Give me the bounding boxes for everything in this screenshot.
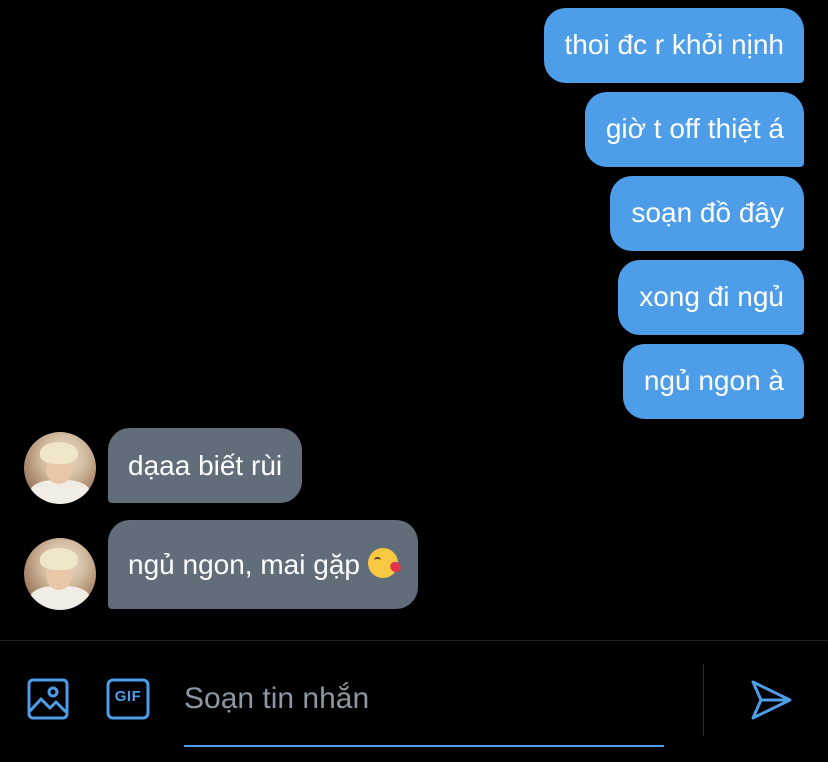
chat-screen: thoi đc r khỏi nịnh giờ t off thiệt á so… (0, 0, 828, 762)
incoming-message[interactable]: ngủ ngon, mai gặp (108, 520, 418, 609)
image-icon[interactable] (26, 677, 70, 721)
gif-icon[interactable]: GIF (106, 678, 150, 720)
send-icon[interactable] (748, 678, 794, 722)
outgoing-message[interactable]: soạn đồ đây (610, 176, 804, 251)
outgoing-message[interactable]: ngủ ngon à (622, 344, 804, 419)
outgoing-message[interactable]: xong đi ngủ (618, 260, 804, 335)
outgoing-message[interactable]: thoi đc r khỏi nịnh (543, 8, 804, 83)
composer-separator (703, 664, 704, 736)
avatar[interactable] (24, 538, 96, 610)
message-text: soạn đồ đây (631, 197, 784, 228)
avatar[interactable] (24, 432, 96, 504)
message-text: thoi đc r khỏi nịnh (564, 29, 784, 60)
message-text: xong đi ngủ (639, 281, 784, 312)
avatar-hair (40, 442, 78, 464)
input-underline (184, 745, 664, 747)
kissing-face-with-heart-emoji (367, 547, 398, 578)
avatar-hair (40, 548, 78, 570)
message-text: giờ t off thiệt á (605, 113, 784, 144)
incoming-message[interactable]: dạaa biết rùi (108, 428, 303, 503)
message-input[interactable] (184, 668, 662, 730)
outgoing-message[interactable]: giờ t off thiệt á (584, 92, 804, 167)
message-text: ngủ ngon, mai gặp (128, 548, 360, 580)
gif-label: GIF (114, 688, 142, 705)
message-text: dạaa biết rùi (128, 449, 283, 481)
message-text: ngủ ngon à (643, 365, 784, 396)
